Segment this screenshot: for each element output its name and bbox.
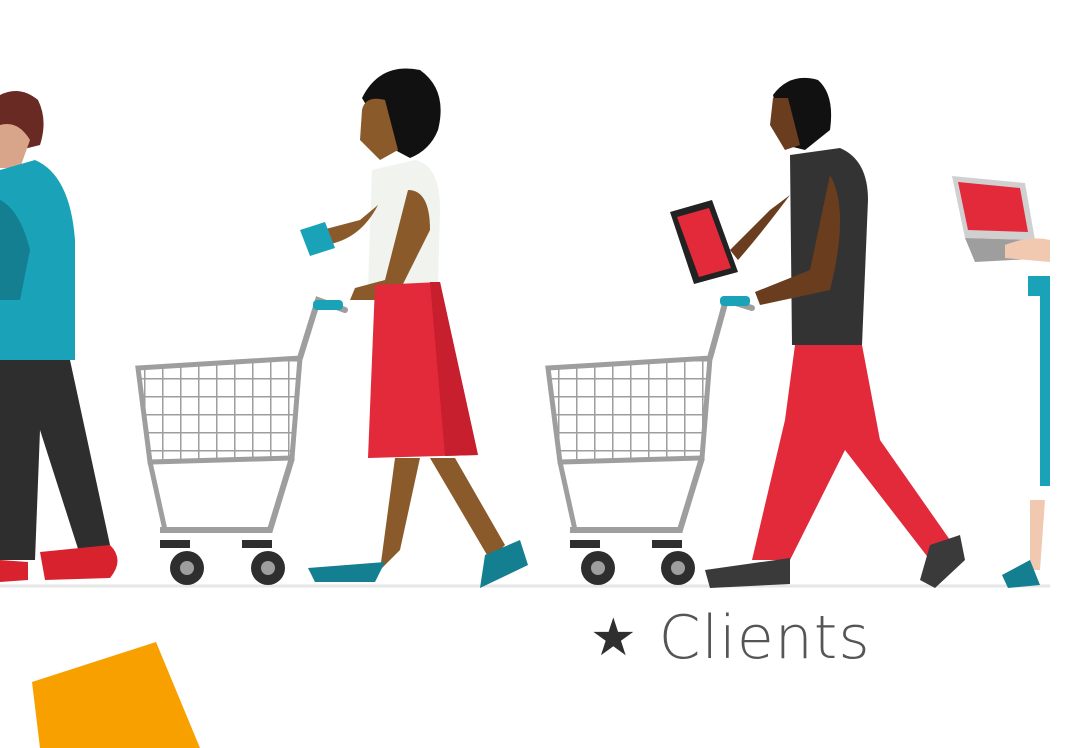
shopping-cart-1 <box>135 296 348 585</box>
shopper-teal-man <box>0 91 118 582</box>
shopping-cart-2 <box>545 296 755 585</box>
shopper-laptop-cropped <box>952 176 1050 588</box>
star-icon: ★ <box>590 608 637 668</box>
shopper-woman <box>300 68 528 588</box>
caption-label: Clients <box>658 603 871 673</box>
orange-note-shape <box>18 630 208 748</box>
shoppers-illustration <box>0 68 1050 588</box>
clients-caption: ★ Clients <box>590 608 871 668</box>
